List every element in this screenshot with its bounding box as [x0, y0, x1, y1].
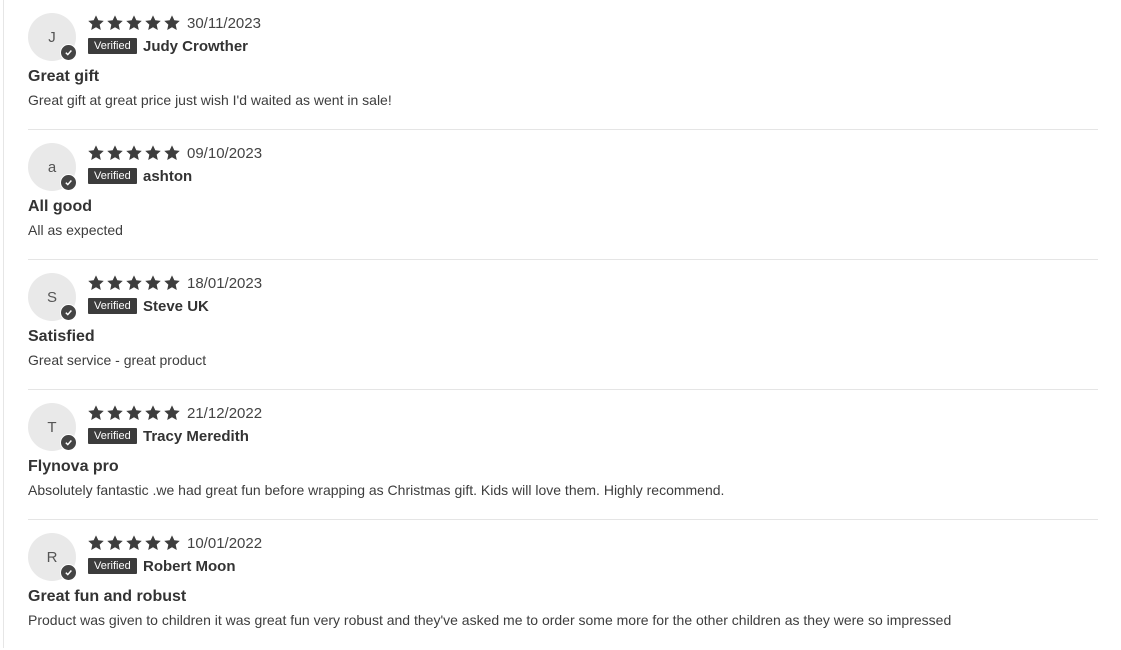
star-icon	[145, 145, 161, 160]
avatar: a	[28, 143, 77, 191]
reviewer-name: Robert Moon	[143, 558, 236, 575]
review-item: S 18/01/2023 Verified Steve UK Satisfied…	[28, 260, 1098, 390]
review-title: Great fun and robust	[28, 588, 187, 605]
star-icon	[164, 405, 180, 420]
review-item: R 10/01/2022 Verified Robert Moon Great …	[28, 520, 1098, 650]
reviewer-name: Tracy Meredith	[143, 428, 249, 445]
verified-badge: Verified	[88, 38, 137, 54]
star-icon	[107, 405, 123, 420]
review-date: 30/11/2023	[187, 15, 261, 32]
star-icon	[126, 145, 142, 160]
reviewer-name: ashton	[143, 168, 193, 185]
review-body: Product was given to children it was gre…	[28, 612, 952, 628]
star-icon	[107, 275, 123, 290]
review-body: Great gift at great price just wish I'd …	[28, 92, 392, 108]
star-icon	[88, 15, 104, 30]
star-icon	[107, 145, 123, 160]
review-title: Satisfied	[28, 328, 95, 345]
star-icon	[107, 15, 123, 30]
star-rating	[87, 144, 181, 162]
star-icon	[88, 535, 104, 550]
verified-check-icon	[60, 174, 77, 191]
verified-check-icon	[60, 434, 77, 451]
review-body: All as expected	[28, 222, 123, 238]
reviewer-name: Judy Crowther	[143, 38, 249, 55]
reviewer-name: Steve UK	[143, 298, 209, 315]
verified-badge: Verified	[88, 428, 137, 444]
review-date: 10/01/2022	[187, 535, 263, 552]
star-icon	[164, 145, 180, 160]
verified-check-icon	[60, 44, 77, 61]
star-icon	[126, 15, 142, 30]
star-icon	[126, 535, 142, 550]
star-icon	[164, 15, 180, 30]
review-item: J 30/11/2023 Verified Judy Crowther Grea…	[28, 0, 1098, 130]
verified-badge: Verified	[88, 168, 137, 184]
star-icon	[145, 275, 161, 290]
star-icon	[88, 145, 104, 160]
left-divider	[3, 0, 4, 648]
verified-check-icon	[60, 564, 77, 581]
star-icon	[164, 275, 180, 290]
review-item: T 21/12/2022 Verified Tracy Meredith Fly…	[28, 390, 1098, 520]
review-title: Flynova pro	[28, 458, 119, 475]
star-icon	[145, 405, 161, 420]
avatar-initial: a	[47, 158, 57, 176]
star-rating	[87, 274, 181, 292]
avatar: T	[28, 403, 77, 451]
star-icon	[145, 15, 161, 30]
star-rating	[87, 404, 181, 422]
avatar-initial: J	[48, 28, 56, 46]
avatar-initial: T	[47, 418, 57, 436]
star-icon	[88, 275, 104, 290]
verified-check-icon	[60, 304, 77, 321]
star-icon	[107, 535, 123, 550]
star-rating	[87, 534, 181, 552]
star-rating	[87, 14, 181, 32]
review-date: 21/12/2022	[187, 405, 263, 422]
star-icon	[126, 405, 142, 420]
star-icon	[126, 275, 142, 290]
verified-badge: Verified	[88, 298, 137, 314]
avatar-initial: R	[46, 548, 58, 566]
review-body: Great service - great product	[28, 352, 207, 368]
avatar: S	[28, 273, 77, 321]
review-item: a 09/10/2023 Verified ashton All good Al…	[28, 130, 1098, 260]
avatar: R	[28, 533, 77, 581]
avatar: J	[28, 13, 77, 61]
review-list: J 30/11/2023 Verified Judy Crowther Grea…	[28, 0, 1098, 650]
review-title: All good	[28, 198, 92, 215]
verified-badge: Verified	[88, 558, 137, 574]
star-icon	[164, 535, 180, 550]
review-body: Absolutely fantastic .we had great fun b…	[28, 482, 725, 498]
review-title: Great gift	[28, 68, 100, 85]
star-icon	[145, 535, 161, 550]
review-date: 09/10/2023	[187, 145, 263, 162]
star-icon	[88, 405, 104, 420]
review-date: 18/01/2023	[187, 275, 263, 292]
avatar-initial: S	[46, 288, 57, 306]
